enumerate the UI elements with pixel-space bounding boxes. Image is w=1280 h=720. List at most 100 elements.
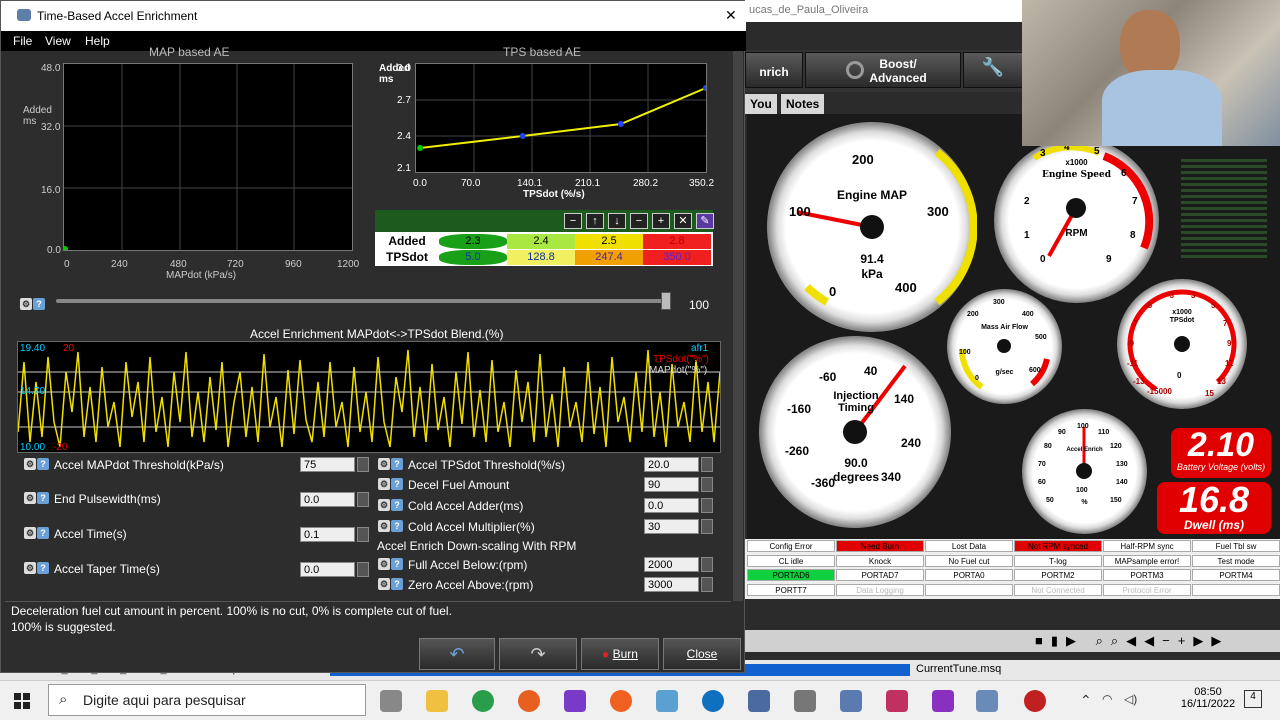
gear-icon[interactable]: ⚙ [20, 298, 32, 310]
app-icon-chart[interactable] [886, 690, 908, 712]
clear-icon[interactable]: ✕ [674, 213, 692, 229]
firefox-icon[interactable] [518, 690, 540, 712]
gear-icon[interactable]: ⚙ [24, 458, 36, 470]
help-icon[interactable]: ? [391, 578, 403, 590]
notification-icon[interactable]: 4 [1244, 690, 1262, 708]
chrome-icon[interactable] [472, 690, 494, 712]
tpsdot-threshold-input[interactable]: 20.0 [644, 457, 699, 472]
gear-icon[interactable]: ⚙ [378, 558, 390, 570]
help-icon[interactable]: ? [391, 458, 403, 470]
help-icon[interactable]: ? [391, 558, 403, 570]
help-icon[interactable]: ? [37, 458, 49, 470]
log-trace-plot[interactable] [17, 341, 721, 453]
menu-help[interactable]: Help [85, 34, 110, 48]
accel-taper-input[interactable]: 0.0 [300, 562, 355, 577]
accel-taper-spinner[interactable] [357, 562, 369, 577]
menu-view[interactable]: View [45, 34, 71, 48]
edit-icon[interactable]: ✎ [696, 213, 714, 229]
close-icon[interactable]: ✕ [725, 7, 737, 24]
end-pulsewidth-input[interactable]: 0.0 [300, 492, 355, 507]
tunerstudio-icon[interactable] [976, 690, 998, 712]
arrow-up-icon[interactable]: ↑ [586, 213, 604, 229]
decrement-icon[interactable]: − [564, 213, 582, 229]
plus-icon[interactable]: + [652, 213, 670, 229]
help-icon[interactable]: ? [391, 520, 403, 532]
mapdot-threshold-input[interactable]: 75 [300, 457, 355, 472]
decel-fuel-input[interactable]: 90 [644, 477, 699, 492]
zero-accel-above-spinner[interactable] [701, 577, 713, 592]
gear-icon[interactable]: ⚙ [24, 527, 36, 539]
help-icon[interactable]: ? [391, 478, 403, 490]
undo-button[interactable]: ↶ [419, 638, 495, 670]
blend-slider-track[interactable] [56, 299, 666, 303]
volume-icon[interactable]: ◁) [1124, 692, 1137, 706]
app-icon-window[interactable] [840, 690, 862, 712]
setting-icons[interactable]: ⚙? [377, 520, 403, 534]
help-icon[interactable]: ? [391, 499, 403, 511]
menu-file[interactable]: File [13, 34, 32, 48]
cold-accel-mult-input[interactable]: 30 [644, 519, 699, 534]
teamviewer-icon[interactable] [702, 690, 724, 712]
playback-controls[interactable]: ■▮▶ ⌕⌕◀◀−+▶▶ [1035, 633, 1229, 649]
setting-icons[interactable]: ⚙? [377, 578, 403, 592]
tray-chevron-icon[interactable]: ⌃ [1080, 692, 1092, 709]
table-cell[interactable]: 128.8 [507, 250, 575, 265]
close-button[interactable]: Close [663, 638, 741, 670]
gear-icon[interactable]: ⚙ [24, 562, 36, 574]
full-accel-below-input[interactable]: 2000 [644, 557, 699, 572]
help-icon[interactable]: ? [37, 492, 49, 504]
boost-advanced-button[interactable]: Boost/ Advanced [805, 52, 961, 88]
burn-button[interactable]: ● Burn [581, 638, 659, 670]
zero-accel-above-input[interactable]: 3000 [644, 577, 699, 592]
map-data-point[interactable] [64, 246, 68, 250]
table-cell[interactable]: 350.0 [643, 250, 711, 265]
file-explorer-icon[interactable] [426, 690, 448, 712]
enrich-toolbar-button[interactable]: nrich [745, 52, 803, 88]
help-icon[interactable]: ? [37, 562, 49, 574]
visual-studio-icon[interactable] [564, 690, 586, 712]
blend-icons[interactable]: ⚙? [19, 298, 45, 312]
cold-accel-adder-spinner[interactable] [701, 498, 713, 513]
setting-icons[interactable]: ⚙? [23, 492, 49, 506]
tab-you[interactable]: You [745, 94, 777, 114]
visual-studio-2-icon[interactable] [932, 690, 954, 712]
tpsdot-threshold-spinner[interactable] [701, 457, 713, 472]
tps-data-point[interactable] [617, 121, 624, 127]
minus-icon[interactable]: − [630, 213, 648, 229]
setting-icons[interactable]: ⚙? [377, 558, 403, 572]
app-icon-orange[interactable] [610, 690, 632, 712]
arrow-down-icon[interactable]: ↓ [608, 213, 626, 229]
full-accel-below-spinner[interactable] [701, 557, 713, 572]
taskbar-search-box[interactable]: ⌕ Digite aqui para pesquisar [48, 684, 366, 716]
setting-icons[interactable]: ⚙? [23, 562, 49, 576]
app-icon-gauge[interactable] [1024, 690, 1046, 712]
windows-start-icon[interactable] [14, 693, 30, 709]
setting-icons[interactable]: ⚙? [377, 458, 403, 472]
gear-icon[interactable]: ⚙ [378, 478, 390, 490]
accel-time-input[interactable]: 0.1 [300, 527, 355, 542]
gear-icon[interactable]: ⚙ [378, 458, 390, 470]
app-icon-grid[interactable] [748, 690, 770, 712]
gear-icon[interactable]: ⚙ [378, 520, 390, 532]
table-cell[interactable]: 2.4 [507, 234, 575, 249]
map-ae-plot[interactable] [63, 63, 353, 251]
help-icon[interactable]: ? [33, 298, 45, 310]
gear-icon[interactable]: ⚙ [378, 499, 390, 511]
gear-icon[interactable]: ⚙ [24, 492, 36, 504]
tps-ae-plot[interactable] [415, 63, 707, 173]
setting-icons[interactable]: ⚙? [377, 499, 403, 513]
end-pulsewidth-spinner[interactable] [357, 492, 369, 507]
task-view-icon[interactable] [380, 690, 402, 712]
tps-data-point[interactable] [519, 133, 526, 139]
app-icon-blue[interactable] [656, 690, 678, 712]
vertical-scrollbar[interactable] [733, 51, 743, 601]
setting-icons[interactable]: ⚙? [377, 478, 403, 492]
table-cell[interactable]: 2.5 [575, 234, 643, 249]
reset-button[interactable]: ↷ [499, 638, 577, 670]
gear-icon[interactable]: ⚙ [378, 578, 390, 590]
tab-notes[interactable]: Notes [781, 94, 825, 114]
tps-data-point[interactable] [417, 145, 424, 151]
setting-icons[interactable]: ⚙? [23, 527, 49, 541]
mapdot-threshold-spinner[interactable] [357, 457, 369, 472]
table-cell[interactable]: 2.8 [643, 234, 711, 249]
